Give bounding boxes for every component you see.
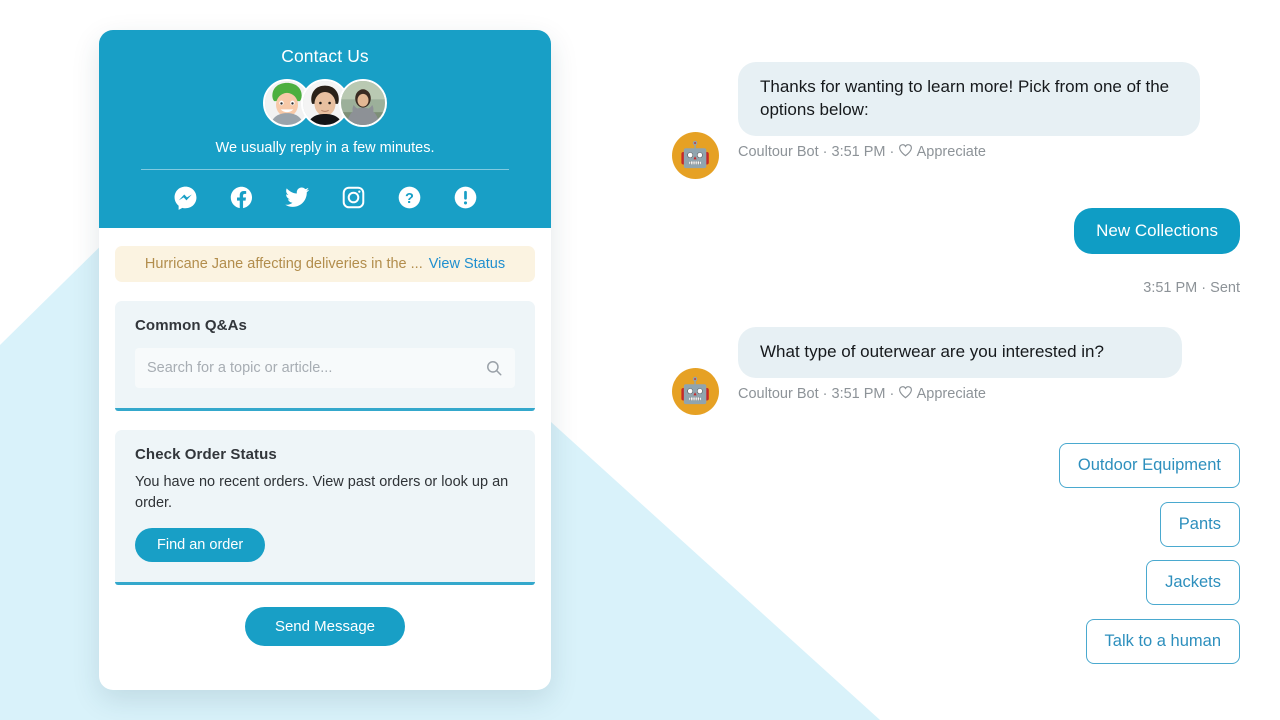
header-divider — [141, 169, 509, 170]
common-qas-panel: Common Q&As — [115, 301, 535, 411]
send-message-button[interactable]: Send Message — [244, 607, 406, 647]
search-icon — [485, 359, 503, 377]
send-message-row: Send Message — [115, 607, 535, 647]
agent-avatar-3 — [339, 79, 387, 127]
contact-card: Contact Us We usually reply in a few min… — [99, 30, 551, 690]
heart-icon[interactable] — [898, 143, 913, 161]
common-qas-title: Common Q&As — [135, 317, 247, 334]
meta-sep-3: · — [1197, 280, 1211, 296]
contact-card-body: Hurricane Jane affecting deliveries in t… — [99, 228, 551, 647]
appreciate-label-2[interactable]: Appreciate — [917, 386, 986, 402]
appreciate-label[interactable]: Appreciate — [917, 144, 986, 160]
order-status-title: Check Order Status — [135, 446, 277, 463]
robot-icon-2: 🤖 — [679, 377, 712, 405]
messenger-icon[interactable] — [172, 184, 198, 210]
order-status-panel: Check Order Status You have no recent or… — [115, 430, 535, 586]
bot-message-2: What type of outerwear are you intereste… — [738, 327, 1182, 403]
status-banner-text: Hurricane Jane affecting deliveries in t… — [144, 256, 423, 272]
alert-icon[interactable] — [452, 184, 478, 210]
heart-icon-2[interactable] — [898, 385, 913, 403]
user-message-status: Sent — [1210, 280, 1240, 296]
agent-avatar-group — [123, 79, 527, 127]
twitter-icon[interactable] — [284, 184, 310, 210]
bot-sender-name-2: Coultour Bot — [738, 385, 819, 402]
contact-card-header: Contact Us We usually reply in a few min… — [99, 30, 551, 228]
meta-sep-2: · — [885, 143, 899, 160]
order-status-text: You have no recent orders. View past ord… — [135, 474, 509, 512]
meta-sep-5: · — [885, 385, 899, 402]
meta-sep-1: · — [818, 143, 832, 160]
quick-reply-jackets[interactable]: Jackets — [1146, 560, 1240, 605]
bot-sender-name: Coultour Bot — [738, 143, 819, 160]
bot-message-bubble: Thanks for wanting to learn more! Pick f… — [738, 62, 1200, 136]
view-status-link[interactable]: View Status — [429, 256, 505, 272]
page-title: Contact Us — [281, 46, 369, 66]
status-banner[interactable]: Hurricane Jane affecting deliveries in t… — [115, 246, 535, 282]
user-message-bubble: New Collections — [1074, 208, 1240, 254]
reply-time-note: We usually reply in a few minutes. — [215, 140, 435, 156]
bot-message-meta: Coultour Bot · 3:51 PM · Appreciate — [738, 143, 1200, 161]
bot-avatar-2: 🤖 — [672, 368, 719, 415]
bot-message-meta-2: Coultour Bot · 3:51 PM · Appreciate — [738, 385, 1182, 403]
quick-reply-pants[interactable]: Pants — [1159, 502, 1240, 547]
chat-thread: 🤖 Thanks for wanting to learn more! Pick… — [620, 40, 1260, 700]
quick-reply-talk-to-a-human[interactable]: Talk to a human — [1085, 619, 1240, 664]
bot-avatar: 🤖 — [672, 132, 719, 179]
find-an-order-button[interactable]: Find an order — [135, 528, 266, 563]
svg-text:?: ? — [405, 190, 414, 206]
user-message-time: 3:51 PM — [1143, 280, 1198, 296]
robot-icon: 🤖 — [679, 141, 712, 169]
instagram-icon[interactable] — [340, 184, 366, 210]
bot-message-bubble-2: What type of outerwear are you intereste… — [738, 327, 1182, 378]
bot-message-time-2: 3:51 PM — [831, 385, 886, 402]
help-icon[interactable]: ? — [396, 184, 422, 210]
bot-message-1: Thanks for wanting to learn more! Pick f… — [738, 62, 1200, 161]
user-message-meta: 3:51 PM · Sent — [1143, 280, 1240, 296]
meta-sep-4: · — [818, 385, 832, 402]
quick-reply-outdoor-equipment[interactable]: Outdoor Equipment — [1058, 443, 1240, 488]
search-box[interactable] — [135, 348, 515, 388]
bot-message-time: 3:51 PM — [831, 143, 886, 160]
facebook-icon[interactable] — [228, 184, 254, 210]
search-input[interactable] — [147, 360, 485, 376]
screen: Contact Us We usually reply in a few min… — [0, 0, 1280, 720]
social-links-row: ? — [123, 184, 527, 210]
